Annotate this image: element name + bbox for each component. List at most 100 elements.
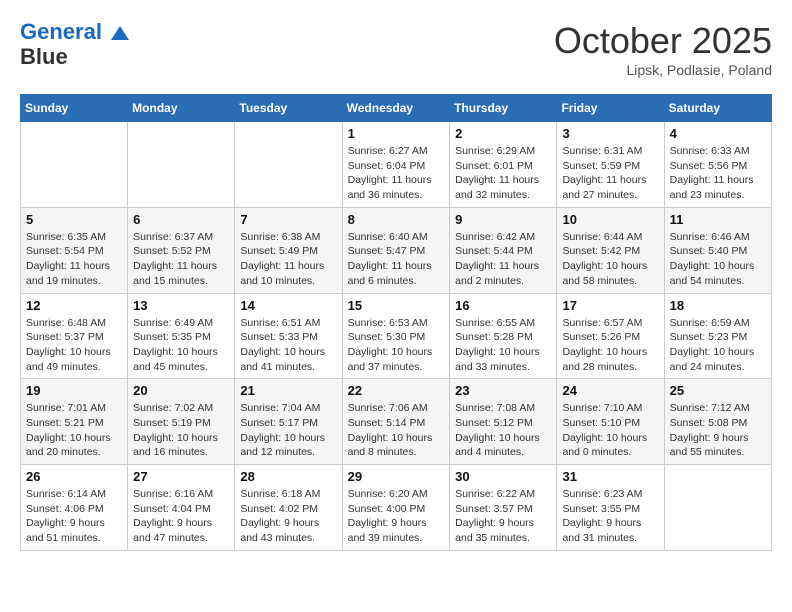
calendar-cell: 31 Sunrise: 6:23 AMSunset: 3:55 PMDayligh… — [557, 465, 664, 551]
logo: General Blue — [20, 20, 131, 70]
calendar-body: 1 Sunrise: 6:27 AMSunset: 6:04 PMDaylight… — [21, 122, 772, 551]
month-title: October 2025 — [554, 20, 772, 62]
day-number: 14 — [240, 298, 336, 313]
day-info: Sunrise: 6:20 AMSunset: 4:00 PMDaylight:… — [348, 487, 445, 546]
calendar-cell: 3Sunrise: 6:31 AMSunset: 5:59 PMDaylight… — [557, 122, 664, 208]
day-info: Sunrise: 7:02 AMSunset: 5:19 PMDaylight:… — [133, 401, 229, 460]
day-info: Sunrise: 6:38 AMSunset: 5:49 PMDaylight:… — [240, 230, 336, 289]
header-day-monday: Monday — [128, 95, 235, 122]
calendar-cell: 1 Sunrise: 6:27 AMSunset: 6:04 PMDaylight… — [342, 122, 450, 208]
day-info: Sunrise: 6:22 AMSunset: 3:57 PMDaylight:… — [455, 487, 551, 546]
calendar-cell: 10Sunrise: 6:44 AMSunset: 5:42 PMDayligh… — [557, 207, 664, 293]
day-info: Sunrise: 7:12 AMSunset: 5:08 PMDaylight:… — [670, 401, 766, 460]
day-info: Sunrise: 6:51 AMSunset: 5:33 PMDaylight:… — [240, 316, 336, 375]
header-day-sunday: Sunday — [21, 95, 128, 122]
day-info: Sunrise: 6:35 AMSunset: 5:54 PMDaylight:… — [26, 230, 122, 289]
day-number: 29 — [348, 469, 445, 484]
logo-text-block: General Blue — [20, 20, 131, 70]
calendar-week-5: 26Sunrise: 6:14 AMSunset: 4:06 PMDayligh… — [21, 465, 772, 551]
calendar-cell: 16 Sunrise: 6:55 AMSunset: 5:28 PMDayligh… — [450, 293, 557, 379]
page-header: General Blue October 2025 Lipsk, Podlasi… — [20, 20, 772, 78]
calendar-cell — [235, 122, 342, 208]
day-number: 27 — [133, 469, 229, 484]
day-info: Sunrise: 6:18 AMSunset: 4:02 PMDaylight:… — [240, 487, 336, 546]
calendar-cell: 26Sunrise: 6:14 AMSunset: 4:06 PMDayligh… — [21, 465, 128, 551]
day-number: 25 — [670, 383, 766, 398]
calendar-cell: 12 Sunrise: 6:48 AMSunset: 5:37 PMDayligh… — [21, 293, 128, 379]
day-info: Sunrise: 7:01 AMSunset: 5:21 PMDaylight:… — [26, 401, 122, 460]
day-number: 15 — [348, 298, 445, 313]
day-number: 18 — [670, 298, 766, 313]
calendar-cell: 23Sunrise: 7:08 AMSunset: 5:12 PMDayligh… — [450, 379, 557, 465]
calendar-week-4: 19 Sunrise: 7:01 AMSunset: 5:21 PMDayligh… — [21, 379, 772, 465]
calendar-header: SundayMondayTuesdayWednesdayThursdayFrid… — [21, 95, 772, 122]
day-number: 8 — [348, 212, 445, 227]
day-info: Sunrise: 6:49 AMSunset: 5:35 PMDaylight:… — [133, 316, 229, 375]
calendar-cell: 4Sunrise: 6:33 AMSunset: 5:56 PMDaylight… — [664, 122, 771, 208]
day-number: 11 — [670, 212, 766, 227]
calendar-cell: 29 Sunrise: 6:20 AMSunset: 4:00 PMDayligh… — [342, 465, 450, 551]
day-info: Sunrise: 6:55 AMSunset: 5:28 PMDaylight:… — [455, 316, 551, 375]
day-number: 12 — [26, 298, 122, 313]
day-number: 1 — [348, 126, 445, 141]
calendar-cell — [21, 122, 128, 208]
day-number: 19 — [26, 383, 122, 398]
calendar-cell: 20Sunrise: 7:02 AMSunset: 5:19 PMDayligh… — [128, 379, 235, 465]
day-info: Sunrise: 6:40 AMSunset: 5:47 PMDaylight:… — [348, 230, 445, 289]
calendar-cell: 2 Sunrise: 6:29 AMSunset: 6:01 PMDaylight… — [450, 122, 557, 208]
day-info: Sunrise: 6:37 AMSunset: 5:52 PMDaylight:… — [133, 230, 229, 289]
day-number: 16 — [455, 298, 551, 313]
logo-icon — [109, 22, 131, 44]
day-number: 22 — [348, 383, 445, 398]
calendar-cell: 21 Sunrise: 7:04 AMSunset: 5:17 PMDayligh… — [235, 379, 342, 465]
calendar-cell: 19 Sunrise: 7:01 AMSunset: 5:21 PMDayligh… — [21, 379, 128, 465]
calendar-cell: 17 Sunrise: 6:57 AMSunset: 5:26 PMDayligh… — [557, 293, 664, 379]
day-number: 31 — [562, 469, 658, 484]
calendar-table: SundayMondayTuesdayWednesdayThursdayFrid… — [20, 94, 772, 551]
day-number: 2 — [455, 126, 551, 141]
calendar-cell: 7 Sunrise: 6:38 AMSunset: 5:49 PMDaylight… — [235, 207, 342, 293]
day-info: Sunrise: 6:59 AMSunset: 5:23 PMDaylight:… — [670, 316, 766, 375]
day-info: Sunrise: 7:06 AMSunset: 5:14 PMDaylight:… — [348, 401, 445, 460]
header-day-saturday: Saturday — [664, 95, 771, 122]
calendar-cell: 8 Sunrise: 6:40 AMSunset: 5:47 PMDaylight… — [342, 207, 450, 293]
calendar-cell: 15 Sunrise: 6:53 AMSunset: 5:30 PMDayligh… — [342, 293, 450, 379]
day-info: Sunrise: 6:42 AMSunset: 5:44 PMDaylight:… — [455, 230, 551, 289]
title-block: October 2025 Lipsk, Podlasie, Poland — [554, 20, 772, 78]
day-number: 24 — [562, 383, 658, 398]
logo-name: General — [20, 20, 131, 44]
day-info: Sunrise: 6:57 AMSunset: 5:26 PMDaylight:… — [562, 316, 658, 375]
calendar-week-2: 5 Sunrise: 6:35 AMSunset: 5:54 PMDaylight… — [21, 207, 772, 293]
calendar-cell: 13 Sunrise: 6:49 AMSunset: 5:35 PMDayligh… — [128, 293, 235, 379]
calendar-cell: 6Sunrise: 6:37 AMSunset: 5:52 PMDaylight… — [128, 207, 235, 293]
day-number: 21 — [240, 383, 336, 398]
day-number: 26 — [26, 469, 122, 484]
day-info: Sunrise: 7:04 AMSunset: 5:17 PMDaylight:… — [240, 401, 336, 460]
header-day-friday: Friday — [557, 95, 664, 122]
day-info: Sunrise: 6:29 AMSunset: 6:01 PMDaylight:… — [455, 144, 551, 203]
header-day-tuesday: Tuesday — [235, 95, 342, 122]
calendar-cell: 9Sunrise: 6:42 AMSunset: 5:44 PMDaylight… — [450, 207, 557, 293]
day-info: Sunrise: 6:23 AMSunset: 3:55 PMDaylight:… — [562, 487, 658, 546]
header-day-thursday: Thursday — [450, 95, 557, 122]
day-info: Sunrise: 6:46 AMSunset: 5:40 PMDaylight:… — [670, 230, 766, 289]
calendar-cell: 24 Sunrise: 7:10 AMSunset: 5:10 PMDayligh… — [557, 379, 664, 465]
calendar-week-3: 12 Sunrise: 6:48 AMSunset: 5:37 PMDayligh… — [21, 293, 772, 379]
calendar-cell: 18 Sunrise: 6:59 AMSunset: 5:23 PMDayligh… — [664, 293, 771, 379]
day-info: Sunrise: 7:10 AMSunset: 5:10 PMDaylight:… — [562, 401, 658, 460]
day-number: 3 — [562, 126, 658, 141]
header-row: SundayMondayTuesdayWednesdayThursdayFrid… — [21, 95, 772, 122]
day-info: Sunrise: 6:48 AMSunset: 5:37 PMDaylight:… — [26, 316, 122, 375]
day-info: Sunrise: 6:53 AMSunset: 5:30 PMDaylight:… — [348, 316, 445, 375]
day-number: 7 — [240, 212, 336, 227]
location-subtitle: Lipsk, Podlasie, Poland — [554, 62, 772, 78]
day-number: 28 — [240, 469, 336, 484]
calendar-cell: 14 Sunrise: 6:51 AMSunset: 5:33 PMDayligh… — [235, 293, 342, 379]
logo-line2: Blue — [20, 44, 131, 70]
calendar-cell: 30Sunrise: 6:22 AMSunset: 3:57 PMDayligh… — [450, 465, 557, 551]
day-number: 5 — [26, 212, 122, 227]
calendar-cell: 22 Sunrise: 7:06 AMSunset: 5:14 PMDayligh… — [342, 379, 450, 465]
day-info: Sunrise: 6:27 AMSunset: 6:04 PMDaylight:… — [348, 144, 445, 203]
day-number: 13 — [133, 298, 229, 313]
day-number: 17 — [562, 298, 658, 313]
